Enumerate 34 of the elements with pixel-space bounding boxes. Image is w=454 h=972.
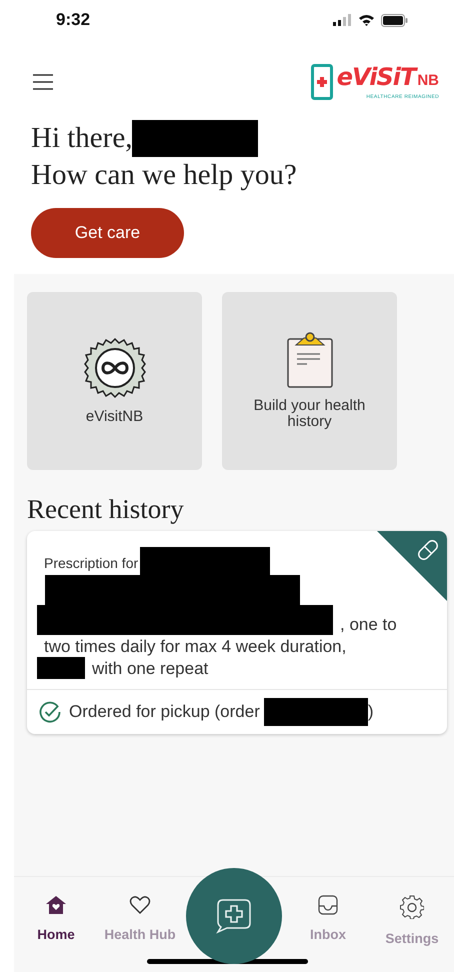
prescription-text: , one to <box>340 615 397 635</box>
tab-bar-item[interactable]: Home <box>14 877 98 942</box>
logo-wordmark: eViSiT <box>336 64 416 90</box>
prescription-card[interactable]: Prescription for , one to two times daily for max 4 week duration, with one repeat Ordered for pickup (order ) <box>27 531 447 734</box>
menu-icon[interactable] <box>32 74 54 90</box>
infinity-badge-icon <box>84 337 146 399</box>
prescription-text: with one repeat <box>92 659 208 679</box>
battery-icon <box>381 14 408 26</box>
order-status-end: ) <box>368 702 374 722</box>
redaction-bar <box>37 657 85 679</box>
greeting-text: Hi there, <box>31 121 132 156</box>
wifi-icon <box>358 14 375 26</box>
home-icon <box>45 895 67 915</box>
settings-icon <box>400 895 424 919</box>
inbox-icon <box>317 895 339 915</box>
signal-icon <box>333 14 352 26</box>
greeting-question: How can we help you? <box>31 158 297 193</box>
phone-cross-icon <box>310 64 333 100</box>
service-tile[interactable]: eVisitNB <box>27 292 202 470</box>
heart-icon <box>129 895 151 915</box>
section-title: Recent history <box>27 494 185 525</box>
check-circle-icon <box>39 701 61 723</box>
order-status: Ordered for pickup (order <box>69 702 260 722</box>
prescription-heading: Prescription for <box>44 555 138 573</box>
service-tile[interactable]: Build your health history <box>222 292 397 470</box>
prescription-text: two times daily for max 4 week duration, <box>44 637 346 657</box>
get-care-button[interactable]: Get care <box>31 208 184 258</box>
pill-corner-icon <box>377 531 447 601</box>
logo-suffix: NB <box>417 72 439 91</box>
clipboard-icon <box>286 332 332 388</box>
status-time: 9:32 <box>56 10 90 30</box>
tile-label: Build your health history <box>252 398 366 430</box>
chat-cross-icon <box>215 898 253 934</box>
tile-label: eVisitNB <box>84 409 144 425</box>
